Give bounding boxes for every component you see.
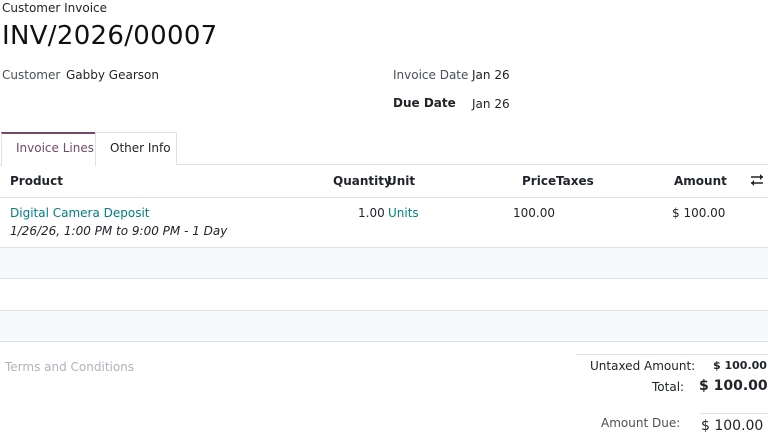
column-header-amount[interactable]: Amount bbox=[674, 174, 727, 188]
line-unit[interactable]: Units bbox=[388, 206, 419, 220]
optional-columns-icon[interactable] bbox=[749, 172, 765, 188]
invoice-number-title: INV/2026/00007 bbox=[2, 21, 218, 51]
empty-table-row bbox=[0, 311, 768, 342]
column-header-price[interactable]: Price bbox=[522, 174, 556, 188]
tab-other-info[interactable]: Other Info bbox=[95, 132, 177, 165]
amount-due-value: $ 100.00 bbox=[701, 418, 764, 434]
header-divider bbox=[0, 197, 768, 198]
document-type-label: Customer Invoice bbox=[2, 1, 108, 15]
amount-due-label: Amount Due: bbox=[601, 416, 681, 430]
column-header-taxes[interactable]: Taxes bbox=[556, 174, 594, 188]
tab-invoice-lines[interactable]: Invoice Lines bbox=[1, 132, 96, 166]
table-bottom-divider bbox=[0, 341, 768, 342]
column-header-unit[interactable]: Unit bbox=[387, 174, 415, 188]
empty-table-row bbox=[0, 279, 768, 310]
line-amount: $ 100.00 bbox=[672, 206, 726, 220]
line-price[interactable]: 100.00 bbox=[513, 206, 555, 220]
column-header-product[interactable]: Product bbox=[10, 174, 63, 188]
untaxed-amount-label: Untaxed Amount: bbox=[590, 359, 696, 373]
customer-link[interactable]: Gabby Gearson bbox=[66, 68, 159, 82]
totals-divider bbox=[576, 354, 768, 355]
untaxed-amount-value: $ 100.00 bbox=[713, 359, 767, 372]
amount-due-divider bbox=[700, 413, 768, 414]
line-product-name[interactable]: Digital Camera Deposit bbox=[10, 206, 150, 220]
empty-table-row bbox=[0, 248, 768, 279]
total-value: $ 100.00 bbox=[699, 378, 768, 394]
due-date-value[interactable]: Jan 26 bbox=[472, 97, 510, 111]
line-description[interactable]: 1/26/26, 1:00 PM to 9:00 PM - 1 Day bbox=[10, 224, 227, 238]
terms-and-conditions-field[interactable]: Terms and Conditions bbox=[5, 360, 134, 374]
invoice-date-value[interactable]: Jan 26 bbox=[472, 68, 510, 82]
due-date-label: Due Date bbox=[393, 96, 456, 110]
total-label: Total: bbox=[652, 380, 685, 394]
column-header-quantity[interactable]: Quantity bbox=[333, 174, 392, 188]
customer-label: Customer bbox=[2, 68, 61, 82]
invoice-date-label: Invoice Date bbox=[393, 68, 469, 82]
line-quantity[interactable]: 1.00 bbox=[358, 206, 385, 220]
notebook-tabs: Invoice Lines Other Info bbox=[0, 132, 768, 166]
